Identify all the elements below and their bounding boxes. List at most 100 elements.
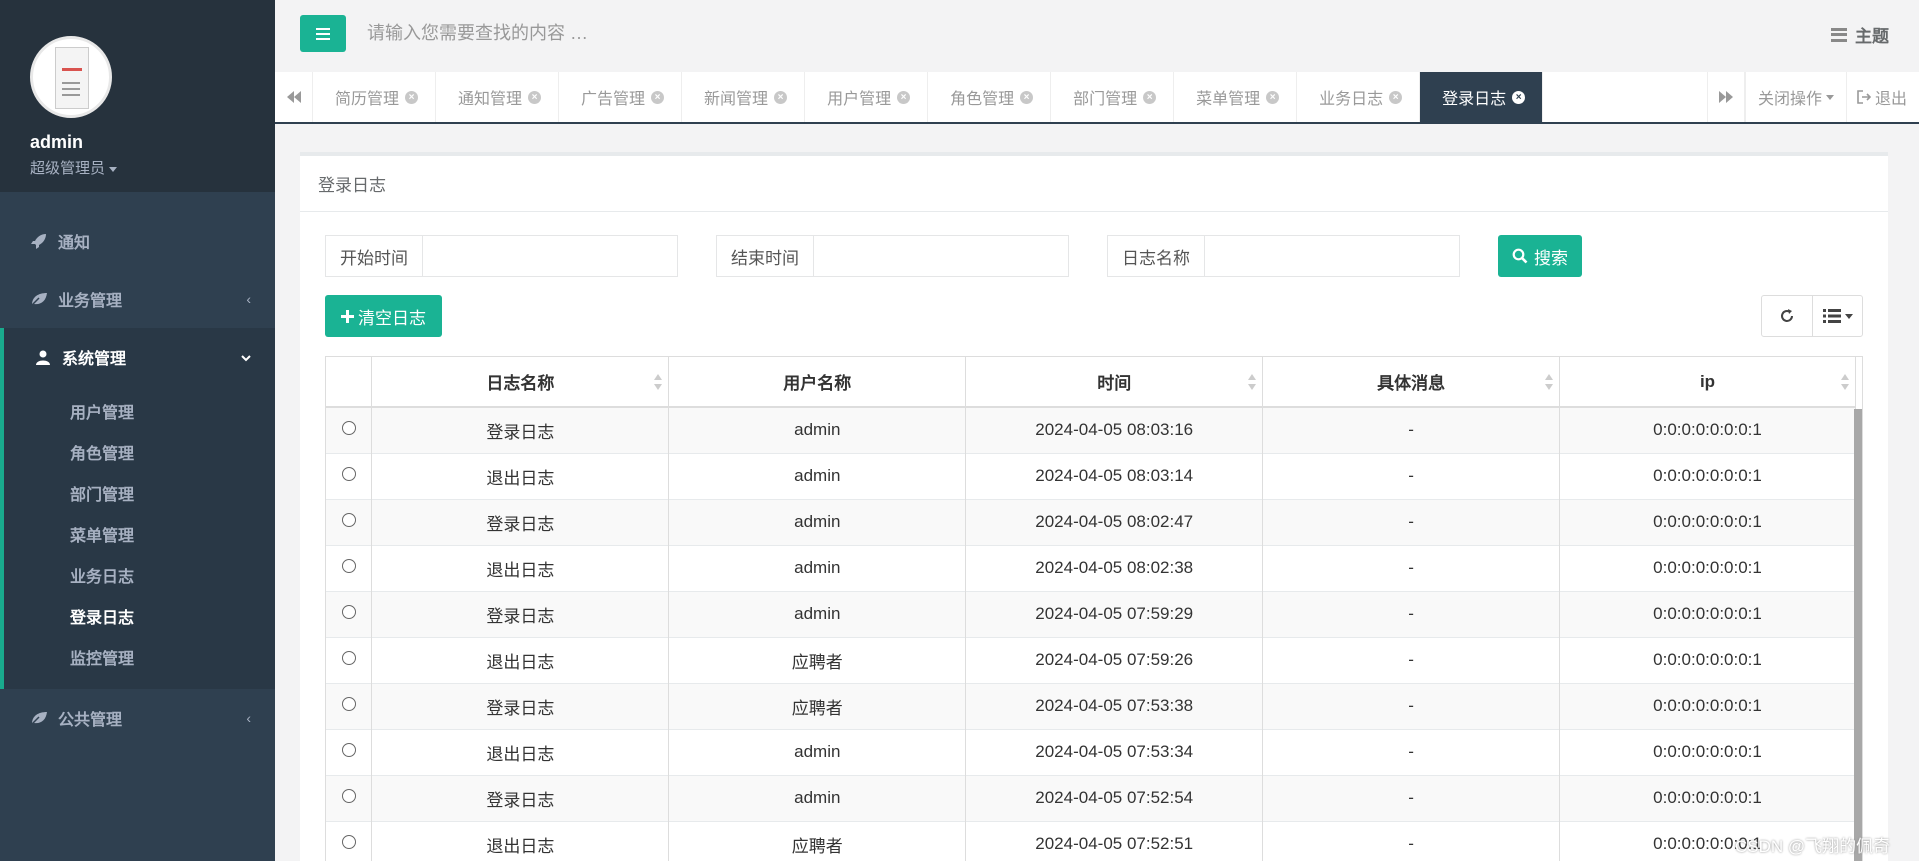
search-button-label: 搜索 xyxy=(1534,248,1568,268)
chevron-left-icon: ‹ xyxy=(246,710,251,726)
row-radio[interactable] xyxy=(341,789,356,803)
close-icon[interactable]: × xyxy=(897,90,911,104)
profile-area: admin 超级管理员 xyxy=(0,0,275,192)
sidebar-item-label: 业务管理 xyxy=(58,293,123,310)
cell-time: 2024-04-05 07:59:29 xyxy=(965,590,1264,637)
table-row[interactable]: 登录日志 应聘者 2024-04-05 07:53:38-0:0:0:0:0:0:0… xyxy=(326,682,1856,729)
column-header-log-name[interactable]: 日志名称 xyxy=(371,357,670,408)
close-icon[interactable]: × xyxy=(1512,90,1526,104)
menu-toggle-button[interactable] xyxy=(300,15,346,52)
row-radio[interactable] xyxy=(341,559,356,573)
tab-notice[interactable]: 通知管理 × xyxy=(436,72,560,122)
sidebar-item-business[interactable]: 业务管理 ‹ xyxy=(0,270,275,328)
close-icon[interactable]: × xyxy=(651,90,665,104)
row-radio[interactable] xyxy=(341,743,356,757)
close-operations-dropdown[interactable]: 关闭操作 xyxy=(1744,72,1846,122)
avatar[interactable] xyxy=(30,36,112,118)
leaf-icon xyxy=(30,711,48,725)
cell-time: 2024-04-05 08:02:47 xyxy=(965,498,1264,545)
table-row[interactable]: 退出日志 应聘者 2024-04-05 07:59:26-0:0:0:0:0:0:0… xyxy=(326,636,1856,683)
search-input[interactable] xyxy=(367,15,867,52)
close-icon[interactable]: × xyxy=(1389,90,1403,104)
cell-ip: 0:0:0:0:0:0:0:1 xyxy=(1559,774,1856,821)
clear-log-button[interactable]: 清空日志 xyxy=(325,295,442,337)
theme-button[interactable]: 主题 xyxy=(1831,22,1889,47)
row-radio[interactable] xyxy=(341,467,356,481)
search-button[interactable]: 搜索 xyxy=(1498,235,1582,277)
refresh-button[interactable] xyxy=(1762,296,1812,336)
watermark: CSDN @飞翔的佩奇 xyxy=(1735,837,1891,856)
sidebar-item-system[interactable]: 系统管理 xyxy=(4,328,275,386)
chevron-left-icon: ‹ xyxy=(246,291,251,307)
tab-roles[interactable]: 角色管理 × xyxy=(928,72,1052,122)
logout-button[interactable]: 退出 xyxy=(1845,72,1919,122)
row-radio[interactable] xyxy=(341,835,356,850)
close-icon[interactable]: × xyxy=(1266,90,1280,104)
close-icon[interactable]: × xyxy=(1143,90,1157,104)
sidebar-item-public[interactable]: 公共管理 ‹ xyxy=(0,689,275,747)
tab-login-log[interactable]: 登录日志 × xyxy=(1420,72,1544,122)
log-name-input[interactable] xyxy=(1205,235,1460,277)
search-icon xyxy=(1512,248,1528,264)
close-icon[interactable]: × xyxy=(774,90,788,104)
submenu-item-business-log[interactable]: 业务日志 xyxy=(4,554,275,595)
tabs-scroll-left-button[interactable] xyxy=(275,72,313,122)
tab-label: 广告管理 xyxy=(581,91,646,108)
log-table-container: 日志名称 用户名称 时间 具体消息 ip 登录日志 admin 2024-04-05… xyxy=(325,356,1863,861)
close-icon[interactable]: × xyxy=(528,90,542,104)
tab-ads[interactable]: 广告管理 × xyxy=(559,72,683,122)
tab-label: 菜单管理 xyxy=(1196,91,1261,108)
tab-users[interactable]: 用户管理 × xyxy=(805,72,929,122)
tab-news[interactable]: 新闻管理 × xyxy=(682,72,806,122)
submenu-item-roles[interactable]: 角色管理 xyxy=(4,431,275,472)
row-radio[interactable] xyxy=(341,651,356,665)
sidebar-item-label: 公共管理 xyxy=(58,712,123,729)
close-icon[interactable]: × xyxy=(1020,90,1034,104)
table-row[interactable]: 退出日志 admin 2024-04-05 08:03:14-0:0:0:0:0:0… xyxy=(326,452,1856,499)
tab-departments[interactable]: 部门管理 × xyxy=(1051,72,1175,122)
columns-toggle-button[interactable] xyxy=(1812,296,1862,336)
row-radio[interactable] xyxy=(341,697,356,711)
submenu-item-departments[interactable]: 部门管理 xyxy=(4,472,275,513)
end-time-input[interactable] xyxy=(814,235,1069,277)
submenu-item-login-log[interactable]: 登录日志 xyxy=(4,595,275,636)
tab-business-log[interactable]: 业务日志 × xyxy=(1297,72,1421,122)
user-role-dropdown[interactable]: 超级管理员 xyxy=(30,157,275,178)
table-row[interactable]: 登录日志 admin 2024-04-05 07:52:54-0:0:0:0:0:0… xyxy=(326,774,1856,821)
refresh-icon xyxy=(1781,309,1793,322)
table-row[interactable]: 登录日志 admin 2024-04-05 08:02:47-0:0:0:0:0:0… xyxy=(326,498,1856,545)
table-row[interactable]: 登录日志 admin 2024-04-05 08:03:16-0:0:0:0:0:0… xyxy=(326,406,1856,453)
tab-menus[interactable]: 菜单管理 × xyxy=(1174,72,1298,122)
cell-log-name: 登录日志 xyxy=(371,406,670,453)
column-header-message[interactable]: 具体消息 xyxy=(1262,357,1561,408)
row-radio[interactable] xyxy=(341,513,356,527)
submenu-item-menus[interactable]: 菜单管理 xyxy=(4,513,275,554)
sidebar-item-notice[interactable]: 通知 xyxy=(0,212,275,270)
submenu-item-users[interactable]: 用户管理 xyxy=(4,390,275,431)
row-radio[interactable] xyxy=(341,421,356,436)
close-icon[interactable]: × xyxy=(405,90,419,104)
start-time-input[interactable] xyxy=(423,235,678,277)
header-label: 具体消息 xyxy=(1377,374,1446,393)
table-row[interactable]: 退出日志 应聘者 2024-04-05 07:52:51-0:0:0:0:0:0:0… xyxy=(326,820,1856,861)
column-header-time[interactable]: 时间 xyxy=(965,357,1264,408)
cell-ip: 0:0:0:0:0:0:0:1 xyxy=(1559,452,1856,499)
sort-icon xyxy=(1841,374,1849,392)
row-radio[interactable] xyxy=(341,605,356,619)
tabs-scroll-right-button[interactable] xyxy=(1706,72,1745,122)
submenu-item-monitor[interactable]: 监控管理 xyxy=(4,636,275,677)
table-scrollbar[interactable] xyxy=(1854,409,1862,861)
cell-time: 2024-04-05 07:53:38 xyxy=(965,682,1264,729)
rocket-icon xyxy=(30,233,48,249)
system-submenu: 用户管理 角色管理 部门管理 菜单管理 业务日志 登录日志 监控管理 xyxy=(4,386,275,689)
tab-resume[interactable]: 简历管理 × xyxy=(313,72,437,122)
table-row[interactable]: 退出日志 admin 2024-04-05 07:53:34-0:0:0:0:0:0… xyxy=(326,728,1856,775)
cell-message: - xyxy=(1262,820,1561,861)
cell-log-name: 登录日志 xyxy=(371,498,670,545)
column-header-ip[interactable]: ip xyxy=(1559,357,1856,408)
log-name-label: 日志名称 xyxy=(1107,235,1205,277)
sidebar-item-label: 通知 xyxy=(58,235,91,252)
column-header-user-name: 用户名称 xyxy=(668,357,967,408)
table-row[interactable]: 退出日志 admin 2024-04-05 08:02:38-0:0:0:0:0:0… xyxy=(326,544,1856,591)
table-row[interactable]: 登录日志 admin 2024-04-05 07:59:29-0:0:0:0:0:0… xyxy=(326,590,1856,637)
